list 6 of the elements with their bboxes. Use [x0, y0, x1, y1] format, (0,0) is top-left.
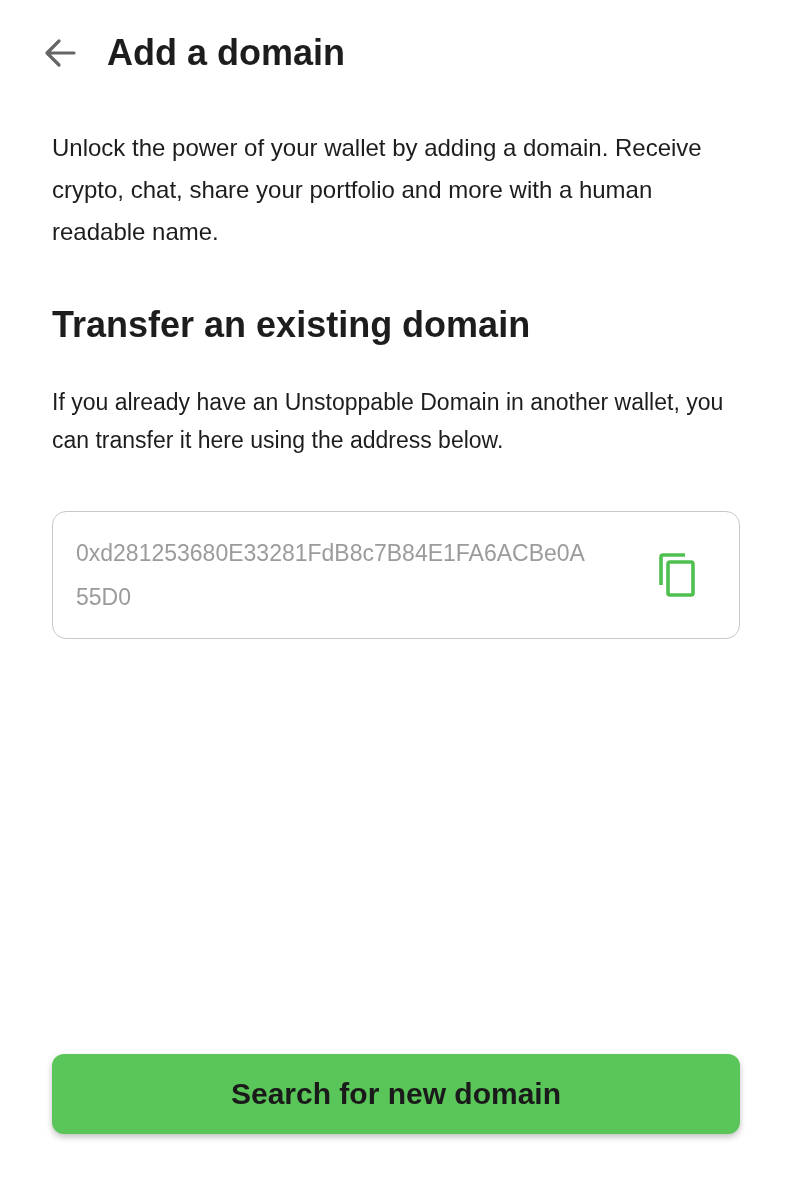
- section-title: Transfer an existing domain: [52, 303, 532, 347]
- page-title: Add a domain: [107, 32, 345, 74]
- search-domain-button[interactable]: Search for new domain: [52, 1054, 740, 1134]
- section-description: If you already have an Unstoppable Domain in another wallet, you can transfer it here using the address below.: [52, 388, 725, 455]
- intro-text: Unlock the power of your wallet by adding a domain. Receive crypto, chat, share your portfolio and more with a human readable name.: [52, 133, 703, 247]
- copy-icon: [657, 551, 697, 599]
